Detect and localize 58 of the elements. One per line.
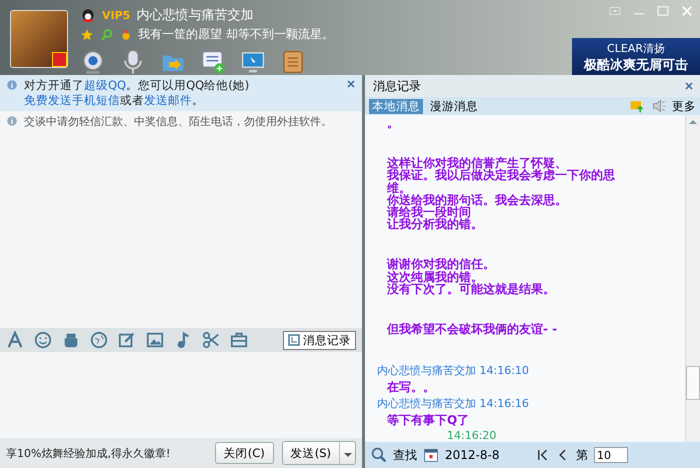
message-text: 在写。。 bbox=[386, 379, 436, 396]
search-icon[interactable] bbox=[100, 28, 114, 42]
promo-text: 享10%炫舞经验加成,得永久徽章! bbox=[6, 446, 172, 461]
close-button[interactable]: 关闭(C) bbox=[214, 442, 274, 464]
message-text: 这样让你对我的信誉产生了怀疑、 我保证。我以后做决定我会考虑一下你的思 维。 你送给我的那句话。我会去深思。 请给我一段时间 让我分析我的错。 bbox=[386, 157, 616, 230]
more-button[interactable]: 更多 bbox=[672, 98, 696, 114]
search-icon[interactable] bbox=[371, 447, 387, 464]
close-icon[interactable] bbox=[346, 79, 356, 89]
notice-link[interactable]: 发送邮件 bbox=[144, 93, 192, 107]
message-text: 。 bbox=[386, 117, 400, 130]
export-icon[interactable] bbox=[628, 98, 646, 114]
image-icon[interactable] bbox=[146, 331, 164, 350]
page-label: 第 bbox=[576, 446, 588, 464]
scroll-up-icon[interactable] bbox=[688, 117, 698, 127]
ad-brand: CLEAR清扬 bbox=[607, 40, 665, 56]
signature: 我有一筐的愿望 却等不到一颗流星。 bbox=[138, 26, 334, 43]
panel-title: 消息记录 bbox=[373, 78, 421, 94]
first-page-icon[interactable] bbox=[536, 448, 550, 462]
avatar-photo[interactable] bbox=[10, 10, 68, 68]
search-button[interactable]: 查找 bbox=[393, 446, 417, 464]
page-input[interactable]: 10 bbox=[594, 447, 628, 464]
scissors-icon[interactable] bbox=[202, 331, 220, 350]
caret-icon bbox=[344, 452, 352, 458]
briefcase-icon[interactable] bbox=[230, 331, 248, 350]
vip-level: VIP5 bbox=[102, 8, 130, 22]
ad-banner[interactable]: CLEAR清扬 极酷冰爽无屑可击 bbox=[572, 38, 700, 76]
message-text: 等下有事下Q了 bbox=[386, 412, 470, 430]
info-icon bbox=[6, 115, 18, 127]
message-time: 14:16:20 bbox=[446, 429, 498, 442]
message-header: 内心悲愤与痛苦交加 14:16:16 bbox=[377, 396, 530, 412]
notice-link[interactable]: 免费发送手机短信 bbox=[24, 93, 120, 107]
message-add-icon[interactable] bbox=[200, 49, 226, 75]
notice-link[interactable]: 超级QQ bbox=[84, 78, 126, 92]
star-icon[interactable] bbox=[80, 28, 94, 42]
clock-icon bbox=[288, 334, 300, 346]
message-text: 谢谢你对我的信任。 这次纯属我的错。 没有下次了。可能这就是结果。 bbox=[386, 258, 556, 296]
penguin-icon bbox=[80, 7, 96, 23]
ad-slogan: 极酷冰爽无屑可击 bbox=[584, 56, 688, 74]
notice-text: 对方开通了 超级QQ。您可以用QQ给他(她) 免费发送手机短信或者发送邮件。 bbox=[24, 78, 250, 107]
font-icon[interactable] bbox=[6, 331, 24, 350]
scrollbar-thumb[interactable] bbox=[686, 366, 700, 400]
send-options-button[interactable] bbox=[339, 442, 355, 464]
edit-icon[interactable] bbox=[118, 331, 136, 350]
status-icon bbox=[52, 52, 67, 67]
emoji-icon[interactable] bbox=[34, 331, 52, 350]
speaker-icon[interactable] bbox=[650, 98, 668, 114]
scrollbar[interactable] bbox=[685, 115, 700, 442]
message-text: 但我希望不会破坏我俩的友谊- - bbox=[386, 323, 558, 336]
history-button[interactable]: 消息记录 bbox=[283, 330, 356, 350]
calendar-icon[interactable] bbox=[423, 447, 439, 464]
date-text[interactable]: 2012-8-8 bbox=[445, 448, 500, 462]
tab[interactable]: 漫游消息 bbox=[427, 98, 481, 114]
warning-text: 交谈中请勿轻信汇款、中奖信息、陌生电话，勿使用外挂软件。 bbox=[24, 115, 332, 128]
message-header: 内心悲愤与痛苦交加 14:16:10 bbox=[377, 363, 530, 378]
contact-name: 内心悲愤与痛苦交加 bbox=[136, 7, 254, 24]
medal-icon bbox=[120, 28, 132, 42]
info-icon bbox=[6, 79, 18, 91]
close-icon[interactable] bbox=[684, 81, 694, 91]
